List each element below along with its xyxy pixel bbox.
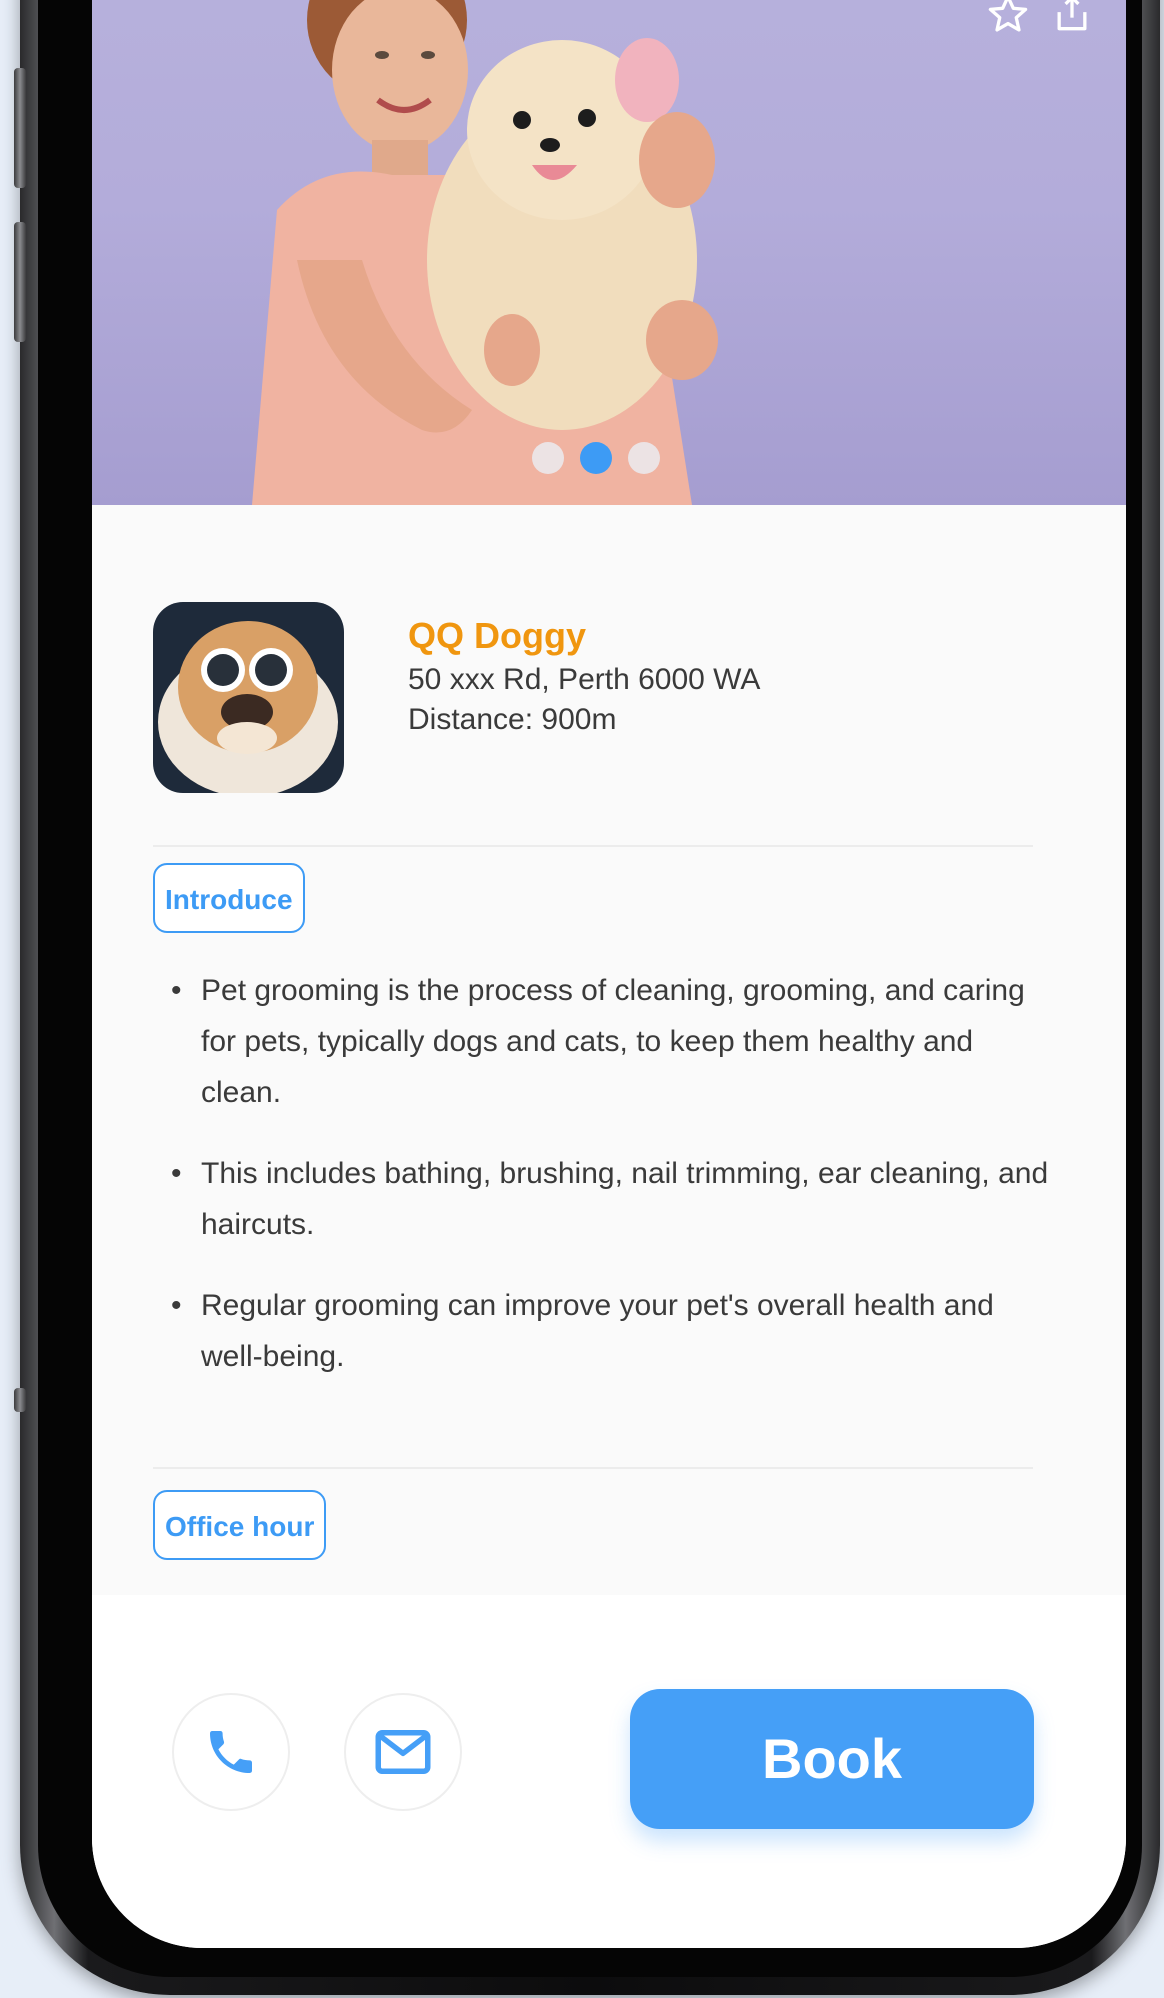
divider	[153, 1467, 1033, 1469]
shop-distance: Distance: 900m	[408, 703, 617, 736]
favorite-star-icon[interactable]	[986, 0, 1030, 36]
carousel-dot[interactable]	[628, 442, 660, 474]
volume-up-button	[14, 68, 26, 188]
list-item: Pet grooming is the process of cleaning,…	[153, 965, 1053, 1118]
carousel-dot-active[interactable]	[580, 442, 612, 474]
hero-photo	[252, 0, 718, 505]
app-screen: QQ Doggy 50 xxx Rd, Perth 6000 WA Distan…	[92, 0, 1126, 1948]
shop-address: 50 xxx Rd, Perth 6000 WA	[408, 663, 761, 696]
divider	[153, 845, 1033, 847]
book-button[interactable]: Book	[630, 1689, 1034, 1829]
volume-down-button	[14, 222, 26, 342]
hero-carousel[interactable]	[92, 0, 1126, 505]
introduce-tab[interactable]: Introduce	[153, 863, 305, 933]
introduce-list: Pet grooming is the process of cleaning,…	[153, 965, 1053, 1412]
shop-avatar	[153, 602, 344, 793]
bottom-action-bar: Book	[92, 1595, 1126, 1948]
side-port	[14, 1388, 26, 1412]
shop-details: QQ Doggy 50 xxx Rd, Perth 6000 WA Distan…	[92, 505, 1126, 1595]
carousel-indicator	[532, 442, 660, 474]
list-item: Regular grooming can improve your pet's …	[153, 1280, 1053, 1382]
call-button[interactable]	[172, 1693, 290, 1811]
share-icon[interactable]	[1050, 0, 1094, 36]
carousel-dot[interactable]	[532, 442, 564, 474]
email-button[interactable]	[344, 1693, 462, 1811]
phone-icon	[210, 1731, 252, 1773]
mail-icon	[375, 1730, 431, 1774]
shop-name: QQ Doggy	[408, 615, 586, 656]
list-item: This includes bathing, brushing, nail tr…	[153, 1148, 1053, 1250]
office-hour-tab[interactable]: Office hour	[153, 1490, 327, 1560]
shop-avatar-image	[153, 602, 344, 793]
